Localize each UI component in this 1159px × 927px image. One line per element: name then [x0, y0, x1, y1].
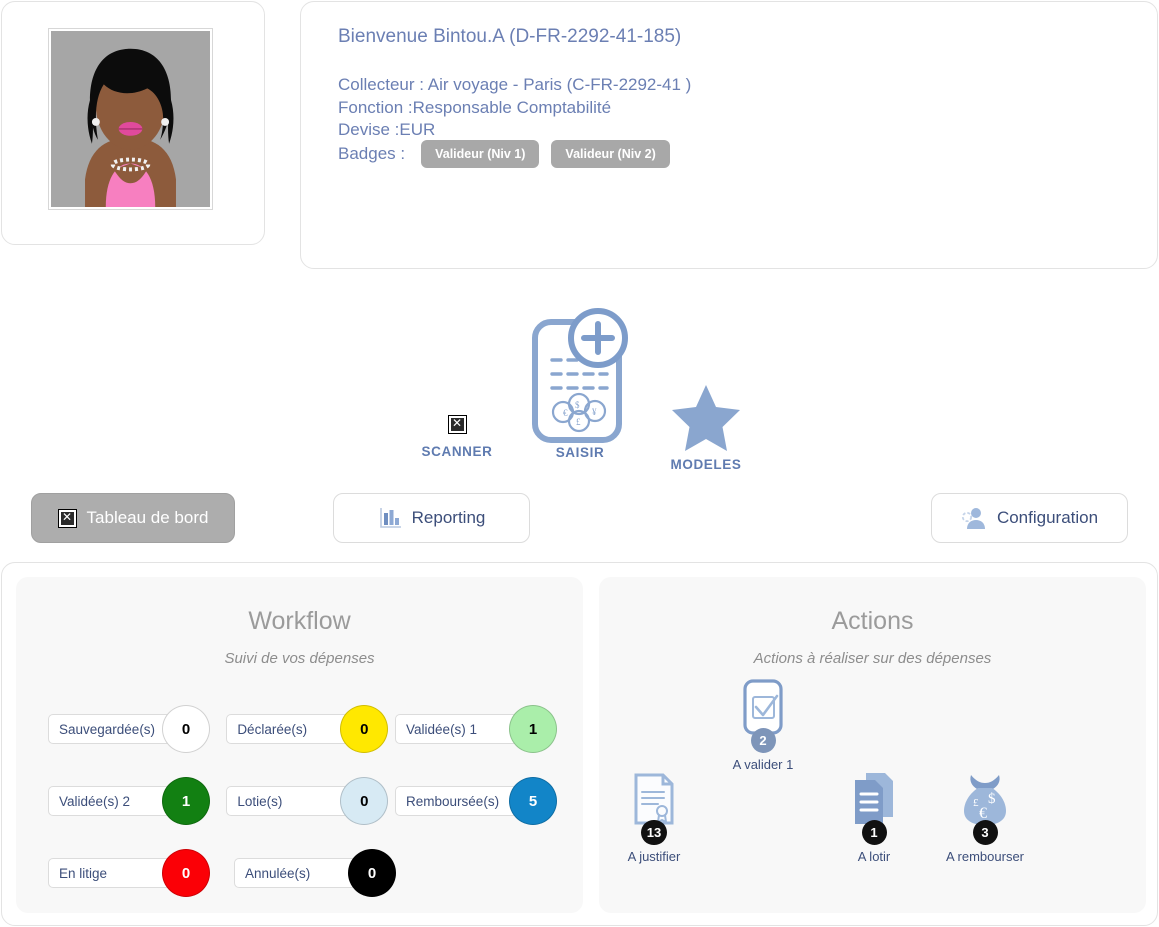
- workflow-item-count: 0: [162, 705, 210, 753]
- avatar-frame: [48, 28, 213, 210]
- action-badge-count: 13: [640, 820, 668, 845]
- workflow-item-loties[interactable]: Lotie(s) 0: [226, 777, 395, 825]
- star-icon: [672, 385, 740, 451]
- action-a-rembourser[interactable]: $ £ € 3 A rembourser: [930, 770, 1040, 865]
- workflow-panel: Workflow Suivi de vos dépenses Sauvegard…: [16, 577, 583, 913]
- dashboard-page: Bienvenue Bintou.A (D-FR-2292-41-185) Co…: [0, 0, 1159, 927]
- quick-action-saisir-label: SAISIR: [555, 445, 605, 460]
- action-badge-count: 1: [861, 820, 887, 845]
- workflow-item-count: 0: [340, 777, 389, 825]
- nav-reporting[interactable]: Reporting: [333, 493, 530, 543]
- nav-tableau-de-bord[interactable]: Tableau de bord: [31, 493, 235, 543]
- nav-reporting-label: Reporting: [411, 508, 486, 527]
- workflow-item-count: 0: [348, 849, 396, 897]
- nav-configuration[interactable]: Configuration: [931, 493, 1128, 543]
- svg-text:£: £: [576, 417, 581, 427]
- avatar-card: [1, 1, 265, 245]
- badge-valideur-niv2[interactable]: Valideur (Niv 2): [551, 140, 670, 168]
- user-settings-icon: [961, 508, 985, 529]
- nav-configuration-label: Configuration: [996, 508, 1099, 527]
- avatar-illustration: [51, 31, 210, 207]
- action-a-valider-label: A valider 1: [732, 757, 794, 772]
- action-a-lotir[interactable]: 1 A lotir: [819, 770, 929, 865]
- workflow-grid: Sauvegardée(s) 0 Déclarée(s) 0 Validée(s…: [48, 705, 558, 921]
- action-a-justifier[interactable]: 13 A justifier: [599, 770, 709, 865]
- workflow-item-annulees[interactable]: Annulée(s) 0: [234, 849, 410, 897]
- workflow-subtitle: Suivi de vos dépenses: [224, 650, 375, 667]
- workflow-item-count: 0: [162, 849, 210, 897]
- bar-chart-icon: [379, 508, 401, 528]
- quick-action-saisir[interactable]: € $ ¥ £ SAISIR: [520, 300, 640, 460]
- welcome-message: Bienvenue Bintou.A (D-FR-2292-41-185): [338, 26, 682, 47]
- avatar: [51, 31, 210, 207]
- nav-tableau-de-bord-label: Tableau de bord: [86, 508, 209, 527]
- workflow-row: Validée(s) 2 1 Lotie(s) 0 Remboursée(s) …: [48, 777, 558, 825]
- action-a-valider[interactable]: 2 A valider 1: [708, 678, 818, 773]
- quick-action-modeles-label: MODELES: [670, 457, 742, 472]
- workflow-title: Workflow: [248, 607, 351, 635]
- bottom-panels-container: Workflow Suivi de vos dépenses Sauvegard…: [1, 562, 1158, 926]
- quick-action-scanner-label: SCANNER: [421, 444, 493, 459]
- workflow-item-declarees[interactable]: Déclarée(s) 0: [226, 705, 395, 753]
- action-a-justifier-label: A justifier: [627, 849, 681, 864]
- svg-text:$: $: [988, 791, 996, 807]
- badges-row: Badges : Valideur (Niv 1) Valideur (Niv …: [338, 140, 670, 168]
- workflow-item-count: 0: [340, 705, 389, 753]
- workflow-item-validees-2[interactable]: Validée(s) 2 1: [48, 777, 226, 825]
- action-badge-count: 3: [972, 820, 998, 845]
- devise-line: Devise :EUR: [338, 120, 436, 139]
- workflow-item-count: 5: [509, 777, 558, 825]
- workflow-item-validees-1[interactable]: Validée(s) 1 1: [395, 705, 558, 753]
- workflow-item-en-litige[interactable]: En litige 0: [48, 849, 234, 897]
- collecteur-line: Collecteur : Air voyage - Paris (C-FR-22…: [338, 75, 692, 94]
- workflow-item-count: 1: [162, 777, 210, 825]
- quick-action-modeles[interactable]: MODELES: [648, 383, 764, 472]
- workflow-item-remboursees[interactable]: Remboursée(s) 5: [395, 777, 558, 825]
- new-expense-document-icon: € $ ¥ £: [532, 308, 628, 443]
- workflow-item-count: 1: [509, 705, 558, 753]
- action-a-rembourser-label: A rembourser: [945, 849, 1025, 864]
- action-a-lotir-label: A lotir: [857, 849, 891, 864]
- svg-text:$: $: [575, 400, 580, 410]
- workflow-item-sauvegardees[interactable]: Sauvegardée(s) 0: [48, 705, 226, 753]
- fonction-line: Fonction :Responsable Comptabilité: [338, 98, 612, 117]
- workflow-row: En litige 0 Annulée(s) 0: [48, 849, 558, 897]
- workflow-row: Sauvegardée(s) 0 Déclarée(s) 0 Validée(s…: [48, 705, 558, 753]
- actions-title: Actions: [831, 607, 914, 635]
- quick-action-scanner[interactable]: SCANNER: [397, 374, 517, 459]
- broken-image-icon: [57, 508, 77, 528]
- broken-image-icon: [447, 414, 467, 434]
- profile-card: Bienvenue Bintou.A (D-FR-2292-41-185) Co…: [300, 1, 1158, 269]
- badges-label: Badges :: [338, 144, 406, 163]
- badge-valideur-niv1[interactable]: Valideur (Niv 1): [421, 140, 540, 168]
- actions-subtitle: Actions à réaliser sur des dépenses: [753, 650, 992, 667]
- action-badge-count: 2: [750, 728, 776, 753]
- svg-text:¥: ¥: [592, 407, 597, 417]
- svg-text:€: €: [563, 408, 568, 418]
